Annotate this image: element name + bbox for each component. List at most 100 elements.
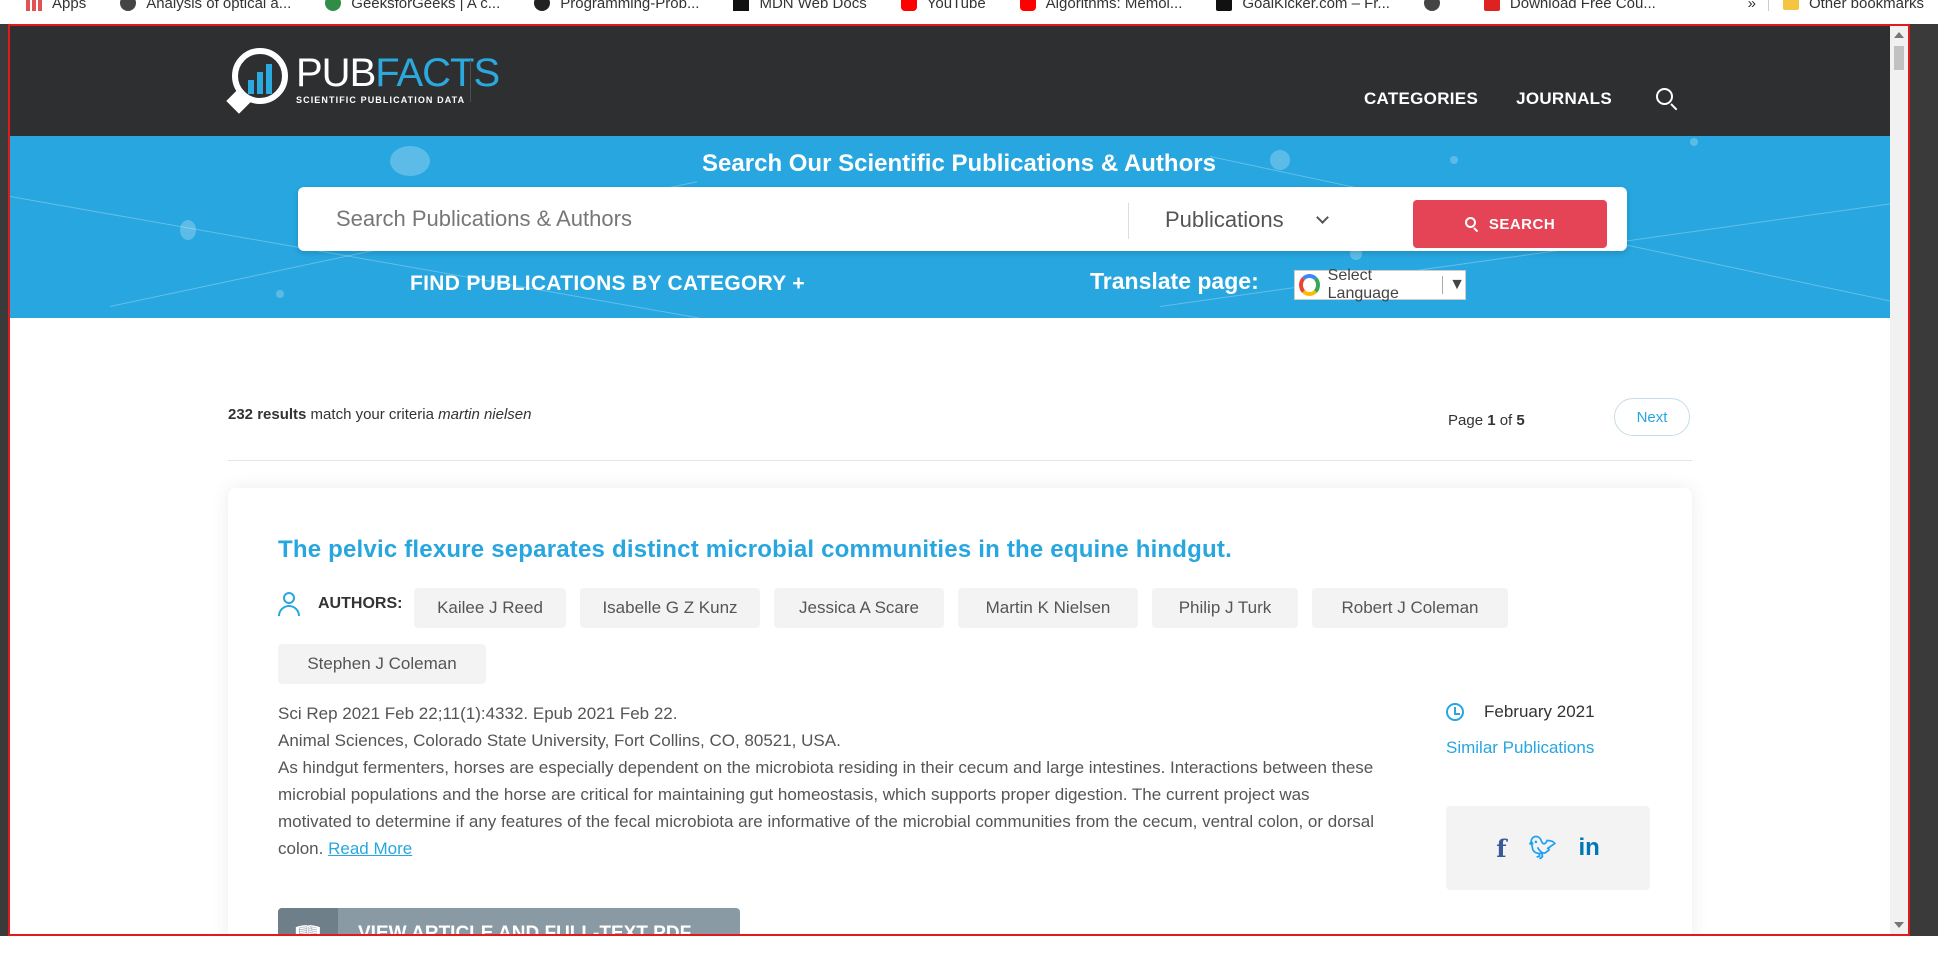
scroll-down-icon[interactable] <box>1894 922 1904 928</box>
nav-categories[interactable]: CATEGORIES <box>1364 89 1478 109</box>
bookmark-globe[interactable] <box>1423 0 1450 11</box>
results-query: martin nielsen <box>438 406 532 423</box>
next-page-button[interactable]: Next <box>1614 398 1690 436</box>
bookmark-geeksforgeeks[interactable]: GeeksforGeeks | A c... <box>325 0 500 12</box>
search-input[interactable] <box>336 203 1076 235</box>
language-select[interactable]: Select Language ▼ <box>1294 267 1466 302</box>
article-date: February 2021 <box>1446 702 1595 722</box>
linkedin-icon[interactable]: in <box>1578 834 1599 862</box>
search-button[interactable]: SEARCH <box>1413 200 1607 248</box>
decor-dot <box>1690 138 1698 146</box>
page-scrollbar[interactable] <box>1890 26 1908 934</box>
divider <box>228 460 1692 461</box>
abstract-text: As hindgut fermenters, horses are especi… <box>278 758 1375 858</box>
article-abstract: Sci Rep 2021 Feb 22;11(1):4332. Epub 202… <box>278 700 1378 862</box>
hero-title: Search Our Scientific Publications & Aut… <box>702 150 1216 177</box>
bookmark-programming[interactable]: Programming-Prob... <box>534 0 699 12</box>
youtube-icon <box>900 0 917 11</box>
authors-label: AUTHORS: <box>318 595 403 612</box>
divider <box>1442 276 1444 294</box>
google-icon <box>1299 274 1320 296</box>
find-by-category-link[interactable]: FIND PUBLICATIONS BY CATEGORY + <box>410 272 805 296</box>
bookmarks-bar: Apps Analysis of optical a... GeeksforGe… <box>0 0 1938 24</box>
logo-tagline: SCIENTIFIC PUBLICATION DATA <box>296 95 466 105</box>
page-total: 5 <box>1516 412 1525 429</box>
decor-dot <box>180 220 196 240</box>
results-summary: 232 results match your criteria martin n… <box>228 406 532 423</box>
logo-name-facts: FACTS <box>375 51 500 95</box>
chevron-down-icon <box>1315 210 1329 224</box>
divider <box>1128 203 1129 239</box>
view-article-button[interactable]: 📖︎ VIEW ARTICLE AND FULL-TEXT PDF <box>278 908 740 934</box>
article-title-link[interactable]: The pelvic flexure separates distinct mi… <box>278 536 1232 564</box>
nav-journals[interactable]: JOURNALS <box>1516 89 1612 109</box>
author-tag[interactable]: Martin K Nielsen <box>958 588 1138 628</box>
facebook-icon[interactable]: f <box>1496 834 1506 863</box>
youtube-icon <box>1019 0 1036 11</box>
bookmark-goalkicker[interactable]: GoalKicker.com – Fr... <box>1216 0 1390 12</box>
logo-name-pub: PUB <box>296 51 376 95</box>
view-article-label: VIEW ARTICLE AND FULL-TEXT PDF <box>358 923 692 934</box>
apps-icon <box>26 0 42 11</box>
author-tag[interactable]: Stephen J Coleman <box>278 644 486 684</box>
share-box: f 🐦︎ in <box>1446 806 1650 890</box>
twitter-icon[interactable]: 🐦︎ <box>1529 835 1557 861</box>
page-current: 1 <box>1487 412 1496 429</box>
scroll-thumb[interactable] <box>1894 46 1904 70</box>
page-viewport: PUBFACTS SCIENTIFIC PUBLICATION DATA CAT… <box>8 24 1910 936</box>
gfg-icon <box>325 0 342 11</box>
github-icon <box>534 0 551 11</box>
search-hero: Search Our Scientific Publications & Aut… <box>10 136 1908 318</box>
bookmark-algorithms[interactable]: Algorithms: Memoi... <box>1019 0 1182 12</box>
window-bottom <box>0 936 1938 961</box>
caret-down-icon: ▼ <box>1449 276 1465 293</box>
fco-icon <box>1483 0 1500 11</box>
author-tag[interactable]: Kailee J Reed <box>414 588 566 628</box>
results-count: 232 results <box>228 406 307 423</box>
similar-publications-link[interactable]: Similar Publications <box>1446 738 1594 758</box>
translate-label: Translate page: <box>1090 268 1259 294</box>
page-prefix: Page <box>1448 412 1488 429</box>
divider <box>1767 0 1769 11</box>
results-text: match your criteria <box>306 406 439 423</box>
bookmark-youtube[interactable]: YouTube <box>900 0 986 12</box>
globe-icon <box>120 0 137 11</box>
page: PUBFACTS SCIENTIFIC PUBLICATION DATA CAT… <box>10 26 1908 934</box>
site-logo[interactable]: PUBFACTS SCIENTIFIC PUBLICATION DATA <box>226 46 500 114</box>
clock-icon <box>1446 703 1464 721</box>
search-type-value: Publications <box>1165 207 1284 232</box>
page-of: of <box>1495 412 1517 429</box>
authors-label-row: AUTHORS: <box>278 592 402 616</box>
divider <box>470 60 471 102</box>
result-card: The pelvic flexure separates distinct mi… <box>228 488 1692 934</box>
bookmark-download-courses[interactable]: Download Free Cou... <box>1483 0 1656 12</box>
bookmark-analysis[interactable]: Analysis of optical a... <box>120 0 291 12</box>
book-icon: 📖︎ <box>278 908 338 934</box>
bookmarks-overflow-button[interactable]: » <box>1748 0 1756 12</box>
other-bookmarks[interactable]: Other bookmarks <box>1809 0 1924 12</box>
goalkicker-icon <box>1216 0 1233 11</box>
article-date-text: February 2021 <box>1484 702 1595 721</box>
search-icon[interactable] <box>1656 88 1678 111</box>
author-tag[interactable]: Robert J Coleman <box>1312 588 1508 628</box>
user-icon <box>278 592 300 616</box>
pagination-info: Page 1 of 5 <box>1448 412 1525 429</box>
read-more-link[interactable]: Read More <box>328 839 412 858</box>
article-affiliation: Animal Sciences, Colorado State Universi… <box>278 731 841 750</box>
decor-dot <box>276 290 284 298</box>
bookmark-apps[interactable]: Apps <box>26 0 86 12</box>
author-tag[interactable]: Philip J Turk <box>1152 588 1298 628</box>
mdn-icon <box>733 0 750 11</box>
language-select-value: Select Language <box>1327 267 1399 302</box>
logo-icon <box>226 46 292 114</box>
author-tag[interactable]: Jessica A Scare <box>774 588 944 628</box>
search-icon <box>1464 217 1479 233</box>
main-nav: CATEGORIES JOURNALS <box>1326 88 1678 111</box>
search-type-select[interactable]: Publications <box>1165 207 1329 233</box>
bookmark-mdn[interactable]: MDN Web Docs <box>733 0 867 12</box>
article-citation: Sci Rep 2021 Feb 22;11(1):4332. Epub 202… <box>278 704 678 723</box>
site-header: PUBFACTS SCIENTIFIC PUBLICATION DATA CAT… <box>10 26 1908 136</box>
author-tag[interactable]: Isabelle G Z Kunz <box>580 588 760 628</box>
folder-icon <box>1782 0 1799 10</box>
scroll-up-icon[interactable] <box>1894 32 1904 38</box>
